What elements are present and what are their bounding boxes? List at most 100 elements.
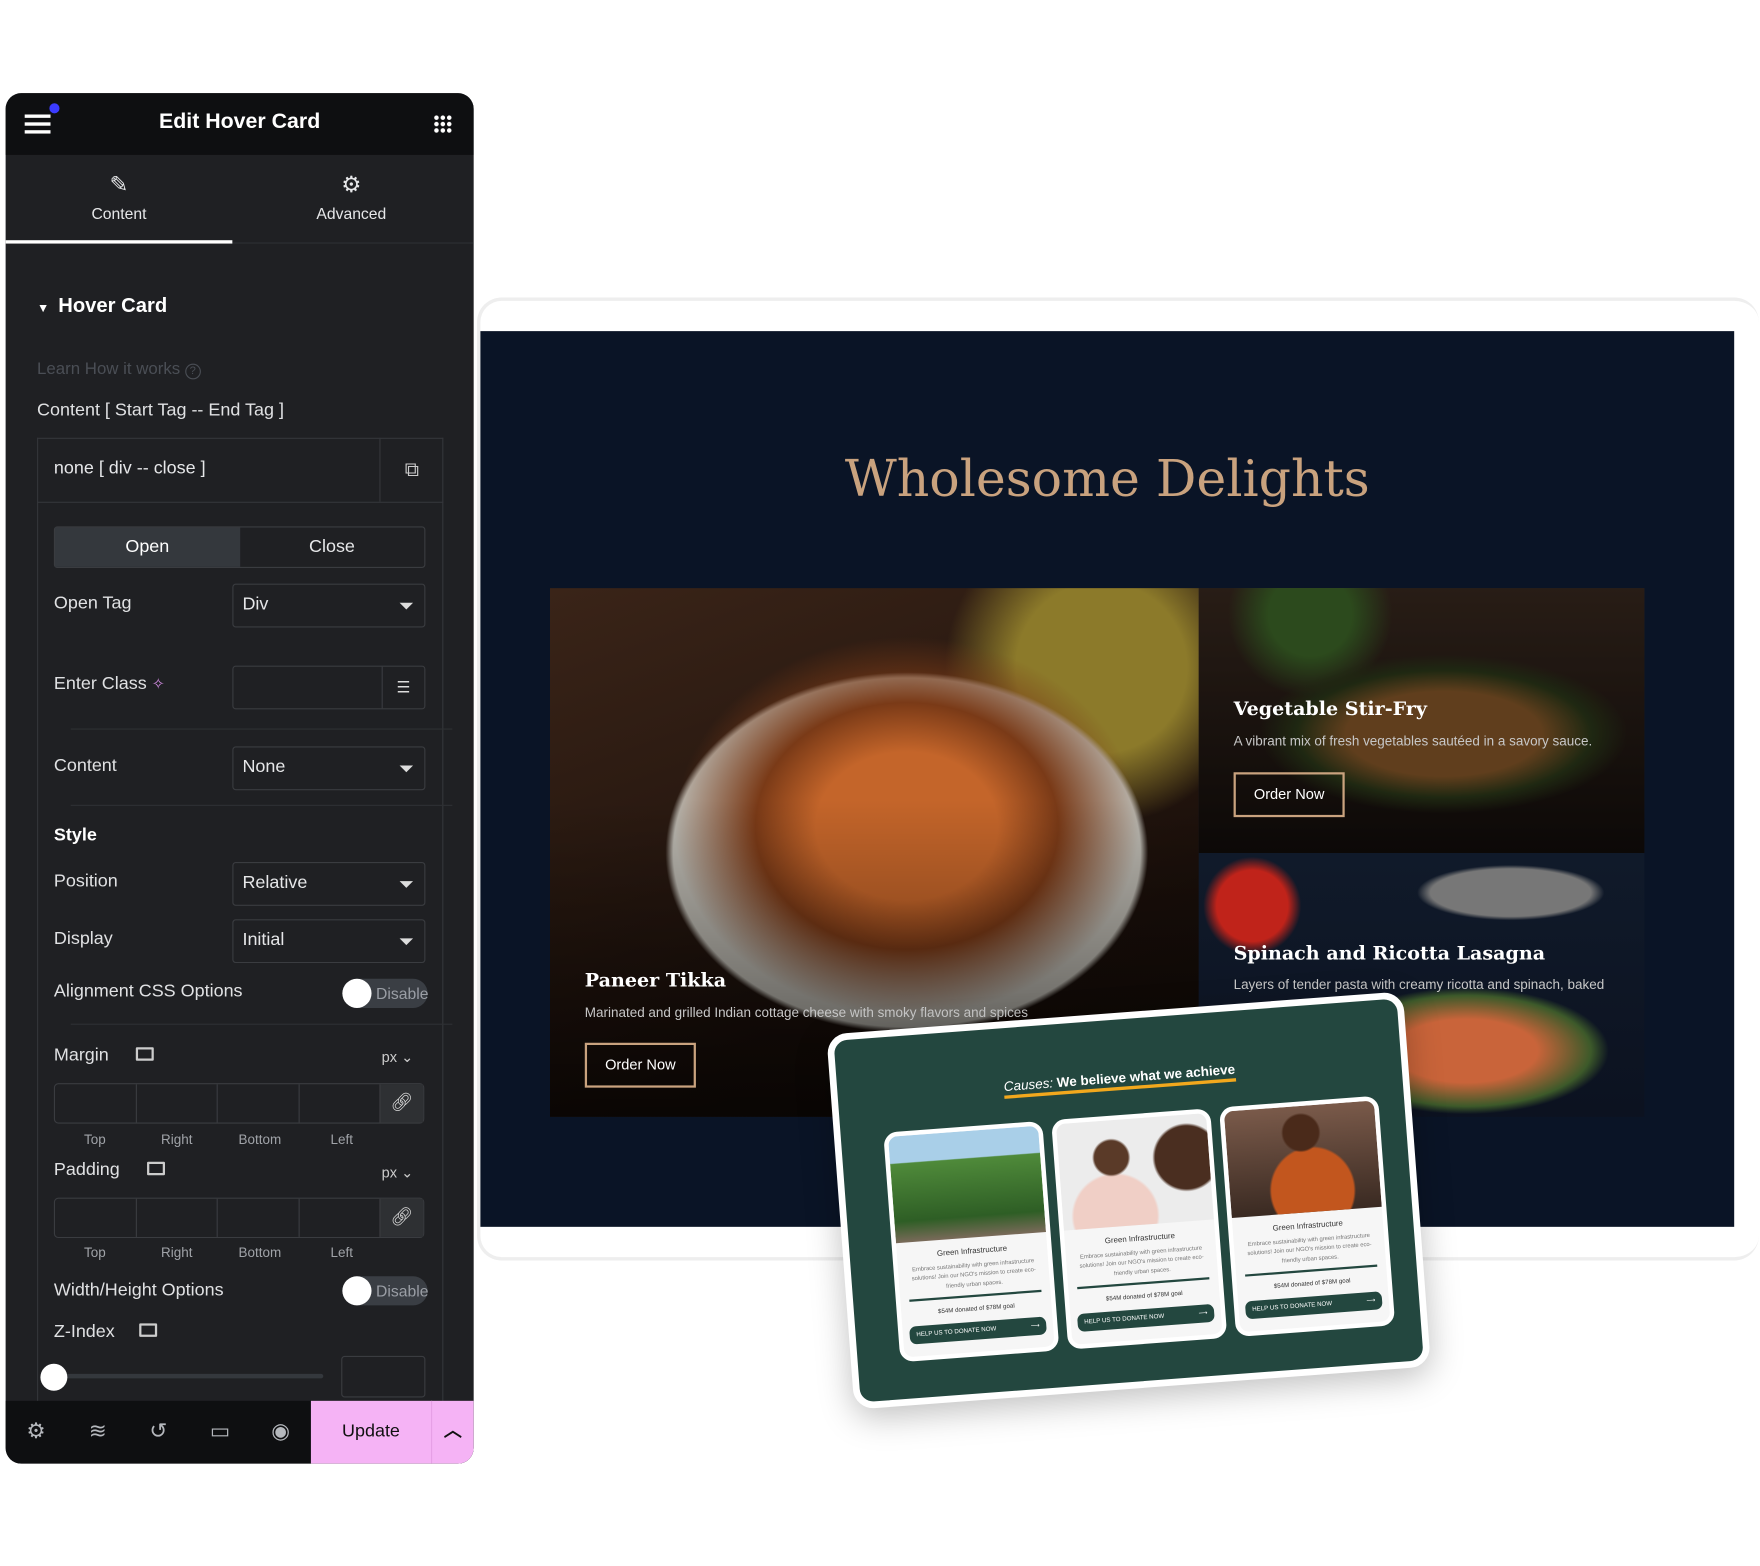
desktop-icon[interactable]	[147, 1161, 166, 1176]
side-label: Left	[330, 1244, 354, 1261]
donate-button[interactable]: HELP US TO DONATE NOW ⟶	[909, 1316, 1047, 1345]
display-select[interactable]: Initial	[232, 919, 426, 964]
section-toggle-hover-card[interactable]: ▼ Hover Card	[37, 294, 167, 318]
side-label: Top	[83, 1131, 106, 1148]
desktop-icon[interactable]	[135, 1047, 154, 1061]
cause-card[interactable]: Green Infrastructure Embrace sustainabili…	[883, 1120, 1060, 1363]
margin-top-input[interactable]	[55, 1084, 137, 1123]
causes-title-italic: Causes:	[1003, 1075, 1054, 1095]
update-options-chevron-up-icon[interactable]: ︿	[431, 1400, 474, 1464]
food-name: Vegetable Stir-Fry	[1233, 698, 1427, 721]
link-icon[interactable]: 🔗︎	[380, 1198, 424, 1237]
margin-bottom-input[interactable]	[218, 1084, 300, 1123]
padding-left-input[interactable]	[299, 1198, 381, 1237]
donate-button[interactable]: HELP US TO DONATE NOW ⟶	[1076, 1303, 1215, 1332]
cause-goal: $54M donated of $78M goal	[1273, 1277, 1351, 1291]
apps-grid-icon[interactable]	[433, 114, 453, 134]
open-tag-select[interactable]: Div	[232, 583, 426, 628]
help-icon: ?	[184, 363, 201, 380]
alignment-label: Alignment CSS Options	[53, 982, 243, 1002]
content-label: Content [ Start Tag -- End Tag ]	[37, 400, 284, 420]
cause-image-hillside	[888, 1125, 1047, 1244]
content-value-field[interactable]: none [ div -- close ] ⧉	[37, 437, 444, 503]
section-title: Hover Card	[58, 294, 168, 317]
tab-content[interactable]: ✎ Content	[5, 155, 233, 244]
cause-text: Embrace sustainability with green infras…	[911, 1257, 1037, 1290]
cause-card[interactable]: Green Infrastructure Embrace sustainabili…	[1051, 1108, 1228, 1350]
layers-icon[interactable]: ≋	[84, 1419, 111, 1446]
divider	[70, 1023, 453, 1025]
tab-label: Advanced	[316, 204, 387, 223]
width-height-toggle[interactable]: Disable	[342, 1276, 429, 1306]
learn-link[interactable]: Learn How it works ?	[37, 359, 201, 380]
alignment-toggle[interactable]: Disable	[342, 978, 429, 1008]
content-select[interactable]: None	[232, 746, 426, 791]
content-value: none [ div -- close ]	[53, 459, 206, 479]
margin-label: Margin	[53, 1046, 109, 1066]
zindex-slider-handle[interactable]	[40, 1363, 68, 1391]
unit-text: px	[381, 1163, 398, 1181]
margin-right-input[interactable]	[136, 1084, 218, 1123]
zindex-slider-track[interactable]	[53, 1373, 324, 1379]
database-icon[interactable]: ☰	[381, 666, 425, 709]
food-desc: A vibrant mix of fresh vegetables sautée…	[1233, 732, 1593, 749]
tab-advanced[interactable]: ⚙ Advanced	[238, 155, 465, 244]
close-tab-button[interactable]: Close	[240, 528, 425, 567]
margin-left-input[interactable]	[299, 1084, 381, 1123]
unit-text: px	[381, 1048, 398, 1066]
toggle-label: Disable	[376, 1281, 429, 1300]
zindex-label: Z-Index	[53, 1322, 115, 1342]
zindex-input[interactable]	[341, 1355, 426, 1398]
padding-inputs: 🔗︎	[53, 1197, 425, 1239]
cause-goal: $54M donated of $78M goal	[937, 1302, 1015, 1316]
display-label: Display	[53, 929, 113, 949]
causes-preview-card: Causes: We believe what we achieve Green…	[826, 991, 1431, 1410]
open-close-switcher: Open Close	[53, 526, 426, 568]
food-card-vegetable-stir-fry[interactable]: Vegetable Stir-Fry A vibrant mix of fres…	[1198, 588, 1645, 854]
preview-eye-icon[interactable]: ◉	[267, 1419, 294, 1446]
padding-bottom-input[interactable]	[218, 1198, 300, 1237]
tab-label: Content	[91, 204, 147, 223]
margin-inputs: 🔗︎	[53, 1083, 425, 1124]
panel-header: Edit Hover Card	[5, 93, 474, 155]
enter-class-label: Enter Class ✧	[54, 675, 165, 695]
copy-icon[interactable]: ⧉	[379, 437, 443, 502]
open-tag-label: Open Tag	[53, 593, 132, 613]
style-heading: Style	[53, 826, 97, 846]
toggle-knob	[342, 1276, 372, 1306]
editor-panel: Edit Hover Card ✎ Content ⚙ Advanced ▼ Hove…	[5, 93, 474, 1464]
margin-unit-select[interactable]: px ⌄	[382, 1048, 414, 1066]
divider	[70, 804, 453, 806]
toggle-label: Disable	[376, 984, 429, 1003]
padding-label: Padding	[53, 1160, 120, 1180]
side-label: Bottom	[238, 1131, 282, 1148]
side-label: Left	[330, 1131, 354, 1148]
causes-title: We believe what we achieve	[1056, 1061, 1236, 1091]
enter-class-input[interactable]: ☰	[232, 665, 426, 710]
side-label: Bottom	[238, 1244, 282, 1261]
order-now-button[interactable]: Order Now	[1233, 772, 1345, 818]
desktop-icon[interactable]	[139, 1323, 158, 1337]
food-desc: Marinated and grilled Indian cottage che…	[584, 1004, 1029, 1021]
food-name: Spinach and Ricotta Lasagna	[1233, 942, 1546, 966]
order-now-button[interactable]: Order Now	[584, 1042, 696, 1088]
position-select[interactable]: Relative	[232, 862, 426, 906]
cause-card[interactable]: Green Infrastructure Embrace sustainabili…	[1219, 1095, 1396, 1338]
side-label: Right	[161, 1131, 193, 1148]
update-button[interactable]: Update	[310, 1400, 432, 1464]
donate-button[interactable]: HELP US TO DONATE NOW ⟶	[1244, 1291, 1383, 1320]
responsive-mode-icon[interactable]: ▭	[207, 1419, 234, 1446]
padding-top-input[interactable]	[55, 1198, 137, 1237]
padding-right-input[interactable]	[136, 1198, 218, 1237]
settings-gear-icon[interactable]: ⚙	[22, 1419, 49, 1446]
cause-image-child-doctor	[1055, 1113, 1214, 1231]
gear-icon: ⚙	[341, 172, 362, 198]
history-icon[interactable]: ↺	[145, 1419, 172, 1446]
arrow-right-icon: ⟶	[1366, 1297, 1376, 1305]
panel-title: Edit Hover Card	[159, 110, 321, 134]
pencil-icon: ✎	[109, 172, 129, 198]
padding-unit-select[interactable]: px ⌄	[382, 1164, 414, 1182]
open-tab-button[interactable]: Open	[55, 527, 240, 567]
width-height-label: Width/Height Options	[53, 1280, 224, 1300]
link-icon[interactable]: 🔗︎	[380, 1084, 424, 1123]
